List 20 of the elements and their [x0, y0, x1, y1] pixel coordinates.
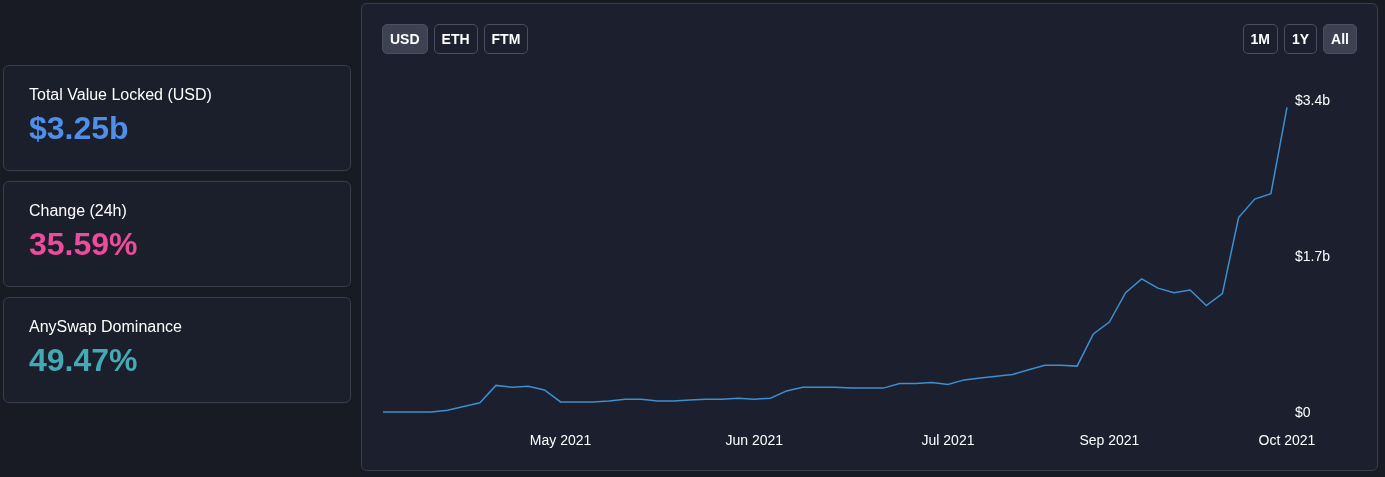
currency-button[interactable]: FTM: [483, 24, 529, 54]
stat-label: Change (24h): [29, 202, 128, 220]
range-button[interactable]: All: [1323, 24, 1357, 54]
currency-button[interactable]: ETH: [433, 24, 478, 54]
x-axis-label: Jul 2021: [921, 432, 975, 448]
range-button[interactable]: 1Y: [1284, 24, 1318, 54]
currency-button[interactable]: USD: [382, 24, 428, 54]
stat-label: Total Value Locked (USD): [29, 86, 213, 104]
x-axis-label: May 2021: [529, 432, 592, 448]
stat-label: AnySwap Dominance: [29, 318, 183, 336]
stat-value: $3.25b: [29, 110, 130, 147]
stat-value: 49.47%: [29, 342, 139, 379]
stat-value: 35.59%: [29, 226, 139, 263]
y-axis-label: $1.7b: [1295, 248, 1331, 264]
y-axis-label: $0: [1295, 404, 1311, 420]
y-axis-label: $3.4b: [1295, 92, 1331, 108]
x-axis-label: Oct 2021: [1258, 432, 1316, 448]
x-axis-label: Jun 2021: [725, 432, 784, 448]
x-axis-label: Sep 2021: [1079, 432, 1140, 448]
range-button[interactable]: 1M: [1242, 24, 1278, 54]
